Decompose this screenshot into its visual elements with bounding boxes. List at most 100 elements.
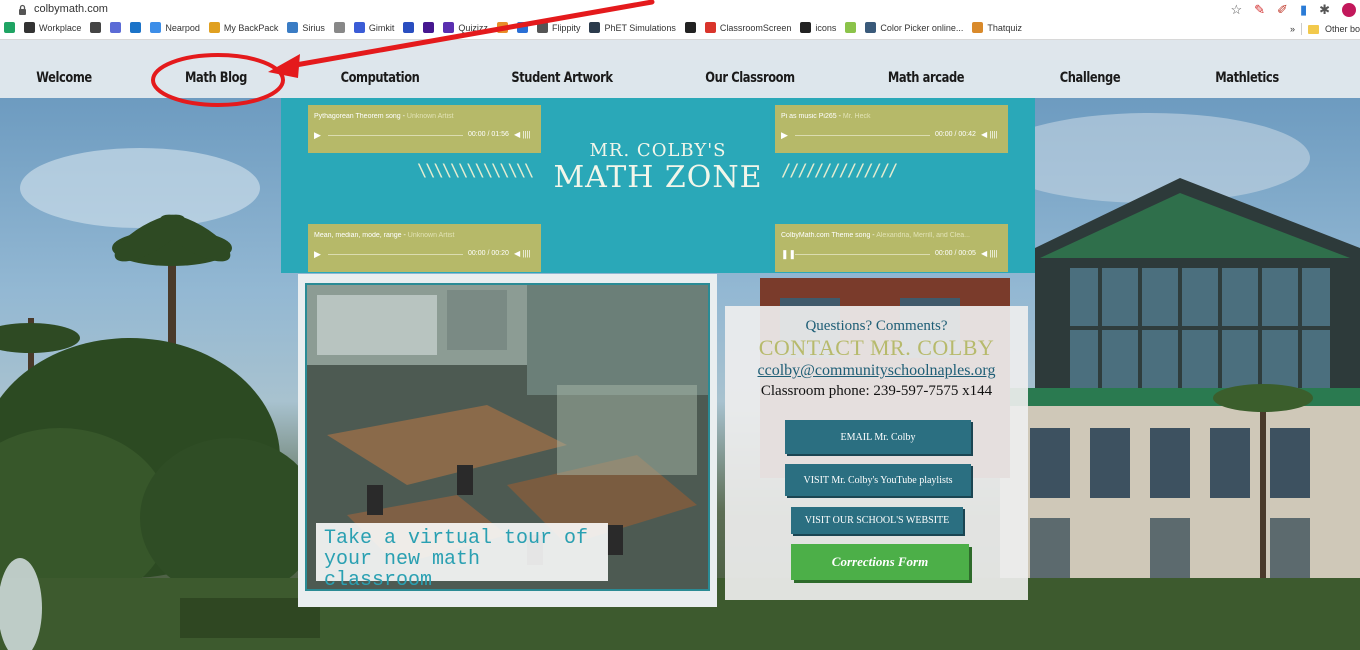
track-title: ColbyMath.com Theme song — [781, 232, 871, 239]
bookmark-item[interactable] — [4, 22, 15, 33]
seek-bar[interactable] — [328, 254, 463, 255]
nav-challenge[interactable]: Challenge — [1060, 70, 1121, 86]
audio-player: ColbyMath.com Theme song - Alexandria, M… — [775, 224, 1008, 272]
bookmark-label: My BackPack — [223, 22, 279, 33]
track-time: 00:00 / 01:56 — [468, 131, 509, 138]
seek-bar[interactable] — [795, 135, 930, 136]
track-time: 00:00 / 00:20 — [468, 250, 509, 257]
browser-address-bar[interactable]: colbymath.com ☆ ✎ ✐ ▮ ✱ — [0, 0, 1360, 20]
nav-mathletics[interactable]: Mathletics — [1215, 70, 1279, 86]
bookmark-item[interactable]: Thatquiz — [972, 22, 1022, 33]
bookmark-item[interactable] — [423, 22, 435, 33]
bookmark-item[interactable] — [684, 22, 696, 33]
bookmark-item[interactable] — [496, 22, 508, 33]
pause-icon[interactable]: ❚❚ — [781, 249, 796, 260]
nav-welcome[interactable]: Welcome — [36, 70, 92, 86]
bookmark-item[interactable]: icons — [800, 22, 836, 33]
other-bookmarks-link[interactable]: Other bo — [1325, 24, 1360, 34]
x-icon — [684, 22, 696, 33]
star-bookmark-icon[interactable]: ☆ — [1230, 1, 1242, 19]
nav-math-arcade[interactable]: Math arcade — [888, 70, 965, 86]
kami-extension-icon[interactable]: ▮ — [1300, 1, 1307, 19]
bookmark-label: Thatquiz — [987, 22, 1022, 33]
bookmark-item[interactable]: Quizizz — [443, 22, 488, 33]
left-hatch-decoration: \\\\\\\\\\\\\\ — [417, 161, 534, 181]
track-artist: Unknown Artist — [406, 113, 454, 120]
puzzle-extensions-icon[interactable]: ✱ — [1319, 1, 1330, 19]
phet-icon — [589, 22, 601, 33]
kahoot-icon — [423, 22, 435, 33]
virtual-tour-caption[interactable]: Take a virtual tour of your new math cla… — [316, 523, 608, 591]
bookmark-item[interactable]: Gimkit — [353, 22, 395, 33]
nav-computation[interactable]: Computation — [341, 70, 420, 86]
quizizz-icon — [443, 22, 455, 33]
bookmark-item[interactable]: Sirius — [287, 22, 325, 33]
google-drive-icon — [4, 22, 15, 33]
email-button[interactable]: EMAIL Mr. Colby — [785, 420, 971, 454]
bookmark-item[interactable]: My BackPack — [208, 22, 279, 33]
bookmark-item[interactable] — [516, 22, 528, 33]
pen-extension-icon[interactable]: ✎ — [1254, 1, 1265, 19]
nearpod-icon — [150, 22, 162, 33]
contact-question: Questions? Comments? — [805, 318, 948, 334]
bookmark-label: ClassroomScreen — [719, 22, 792, 33]
bookmark-item[interactable]: Flippity — [536, 22, 580, 33]
youtube-playlists-button[interactable]: VISIT Mr. Colby's YouTube playlists — [785, 464, 971, 496]
track-artist: Unknown Artist — [407, 232, 455, 239]
track-time: 00:00 / 00:05 — [935, 250, 976, 257]
site-navigation: Welcome Math Blog Computation Student Ar… — [0, 60, 1360, 98]
backpack-icon — [208, 22, 220, 33]
bookmarks-overflow-button[interactable]: » — [1290, 24, 1295, 34]
track-title: Pi as music Pi265 — [781, 113, 837, 120]
bookmark-item[interactable]: ClassroomScreen — [704, 22, 792, 33]
eyedropper-extension-icon[interactable]: ✐ — [1277, 1, 1288, 19]
bookmark-label: Gimkit — [368, 22, 395, 33]
corrections-form-button[interactable]: Corrections Form — [791, 544, 969, 580]
colorful-icon — [496, 22, 508, 33]
building-icon — [516, 22, 528, 33]
nav-our-classroom[interactable]: Our Classroom — [705, 70, 795, 86]
volume-icon[interactable]: ◀ |||| — [981, 249, 998, 258]
bookmark-item[interactable] — [90, 22, 102, 33]
nav-student-artwork[interactable]: Student Artwork — [511, 70, 613, 86]
volume-icon[interactable]: ◀ |||| — [514, 249, 531, 258]
seek-bar[interactable] — [795, 254, 930, 255]
bookmark-label: PhET Simulations — [604, 22, 676, 33]
flippity-icon — [536, 22, 548, 33]
bookmark-item[interactable]: Color Picker online... — [865, 22, 963, 33]
seek-bar[interactable] — [328, 135, 463, 136]
bookmark-item[interactable] — [130, 22, 142, 33]
volume-icon[interactable]: ◀ |||| — [981, 130, 998, 139]
track-time: 00:00 / 00:42 — [935, 131, 976, 138]
volume-icon[interactable]: ◀ |||| — [514, 130, 531, 139]
bookmark-item[interactable] — [845, 22, 857, 33]
url-text[interactable]: colbymath.com — [34, 3, 108, 15]
bookmark-label: Quizizz — [458, 22, 488, 33]
contact-email-link[interactable]: ccolby@communityschoolnaples.org — [725, 362, 1028, 380]
bookmark-item[interactable] — [333, 22, 345, 33]
nav-math-blog[interactable]: Math Blog — [185, 70, 247, 86]
bookmark-label: icons — [815, 22, 837, 33]
gimkit-icon — [353, 22, 365, 33]
play-icon[interactable]: ▶ — [781, 130, 788, 141]
track-title: Pythagorean Theorem song — [314, 113, 401, 120]
play-icon[interactable]: ▶ — [314, 130, 321, 141]
play-icon[interactable]: ▶ — [314, 249, 321, 260]
track-artist: Alexandria, Merrill, and Clea... — [876, 232, 970, 239]
school-website-button[interactable]: VISIT OUR SCHOOL'S WEBSITE — [791, 507, 963, 534]
bookmarks-bar: Workplace Nearpod My BackPack Sirius Gimkit Q… — [0, 20, 1360, 40]
bookmark-label: Sirius — [302, 22, 325, 33]
bookmark-item[interactable]: PhET Simulations — [589, 22, 676, 33]
bookmark-item[interactable] — [403, 22, 415, 33]
right-hatch-decoration: ////////////// — [781, 161, 898, 181]
s-letter-icon — [110, 22, 122, 33]
outlook-icon — [130, 22, 142, 33]
bookmark-item[interactable]: Workplace — [24, 22, 81, 33]
bookmark-item[interactable]: Nearpod — [150, 22, 200, 33]
dark-circle-icon — [90, 22, 102, 33]
plant-icon — [845, 22, 857, 33]
thatquiz-icon — [972, 22, 984, 33]
bookmark-item[interactable] — [110, 22, 122, 33]
profile-avatar-icon[interactable] — [1342, 3, 1356, 17]
contact-heading: CONTACT MR. COLBY — [758, 335, 995, 360]
